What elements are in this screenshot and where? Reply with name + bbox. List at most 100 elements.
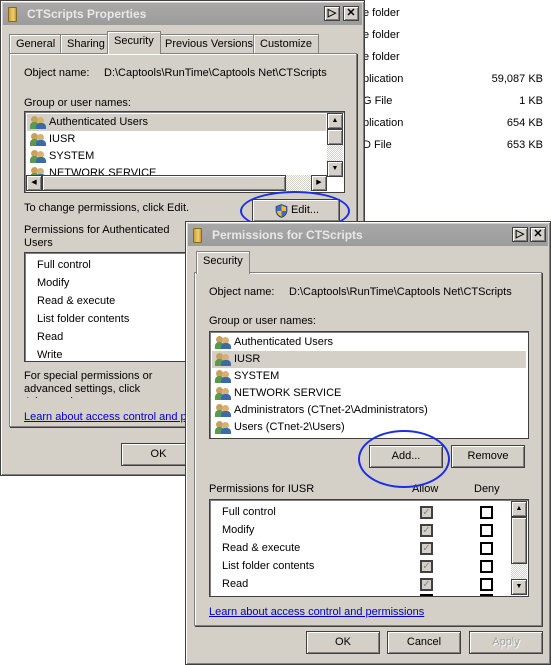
permission-name: Modify: [222, 524, 255, 536]
scroll-thumb[interactable]: [42, 175, 286, 191]
scroll-up-button[interactable]: ▲: [511, 501, 527, 517]
user-group-icon: [215, 336, 231, 349]
permissions-window: Permissions for CTScripts ▷ ✕ Security O…: [185, 221, 551, 665]
list-item[interactable]: Administrators (CTnet-2\Administrators): [212, 402, 526, 419]
scroll-thumb[interactable]: [511, 517, 527, 564]
folder-icon: [193, 228, 202, 243]
user-group-icon: [215, 404, 231, 417]
window-title: Permissions for CTScripts: [212, 228, 363, 242]
learn-access-control-link[interactable]: Learn about access control and permissio…: [24, 411, 194, 423]
permission-name: Read: [222, 578, 249, 590]
deny-checkbox[interactable]: [480, 560, 493, 573]
file-row[interactable]: plication 654 KB: [360, 112, 551, 134]
group-label: Group or user names:: [24, 97, 131, 109]
file-row[interactable]: e folder: [360, 2, 551, 24]
file-row[interactable]: e folder: [360, 46, 551, 68]
group-user-list[interactable]: Authenticated Users IUSR SYSTEM NETWORK …: [209, 331, 529, 439]
tab-security[interactable]: Security: [107, 31, 161, 54]
learn-access-control-link[interactable]: Learn about access control and permissio…: [209, 606, 424, 618]
permission-name: List folder contents: [222, 560, 315, 572]
uac-shield-icon: [275, 204, 288, 218]
file-row[interactable]: G File 1 KB: [360, 90, 551, 112]
user-group-icon: [30, 133, 46, 146]
deny-checkbox[interactable]: [480, 506, 493, 519]
deny-checkbox[interactable]: [480, 578, 493, 591]
allow-checkbox[interactable]: ✓: [420, 524, 433, 537]
context-help-button[interactable]: ▷: [512, 227, 528, 242]
file-row[interactable]: plication 59,087 KB: [360, 68, 551, 90]
list-item[interactable]: IUSR: [27, 131, 342, 148]
tab-sharing[interactable]: Sharing: [60, 34, 112, 54]
context-help-button[interactable]: ▷: [324, 6, 340, 21]
tab-previous-versions[interactable]: Previous Versions: [158, 34, 261, 54]
file-row[interactable]: e folder: [360, 24, 551, 46]
allow-checkbox[interactable]: ✓: [420, 506, 433, 519]
permissions-grid: Full control ✓ Modify ✓ Read & execute ✓…: [209, 499, 529, 597]
allow-checkbox[interactable]: ✓: [420, 542, 433, 555]
list-item[interactable]: Authenticated Users: [212, 334, 526, 351]
scroll-thumb[interactable]: [327, 129, 343, 145]
tab-security[interactable]: Security: [196, 251, 250, 274]
vertical-scrollbar[interactable]: ▲ ▼: [327, 113, 343, 177]
security-panel: Object name: D:\Captools\RunTime\Captool…: [194, 272, 542, 626]
permission-item: Read & execute: [37, 295, 116, 307]
permission-item: List folder contents: [37, 313, 130, 325]
permission-item: Read: [37, 331, 64, 343]
properties-titlebar[interactable]: CTScripts Properties ▷ ✕: [3, 3, 362, 25]
user-group-icon: [215, 353, 231, 366]
add-button[interactable]: Add...: [369, 445, 443, 468]
list-item[interactable]: NETWORK SERVICE: [212, 385, 526, 402]
list-item[interactable]: Authenticated Users: [27, 114, 326, 131]
special-permissions-hint: For special permissions or advanced sett…: [24, 370, 153, 398]
group-user-list[interactable]: Authenticated Users IUSR SYSTEM NETWORK …: [24, 111, 345, 193]
background-file-list: e folder e folder e folder plication 59,0…: [360, 0, 551, 160]
group-label: Group or user names:: [209, 315, 316, 327]
horizontal-scrollbar[interactable]: ◀ ▶: [26, 175, 327, 191]
window-title: CTScripts Properties: [27, 7, 147, 21]
tab-customize[interactable]: Customize: [253, 34, 319, 54]
user-group-icon: [30, 150, 46, 163]
deny-checkbox-partial[interactable]: [480, 594, 493, 596]
permission-name: Full control: [222, 506, 276, 518]
object-name-label: Object name:: [209, 286, 275, 298]
remove-button[interactable]: Remove: [451, 445, 525, 468]
scroll-down-button[interactable]: ▼: [327, 161, 343, 177]
user-group-icon: [215, 370, 231, 383]
permission-item: Full control: [37, 259, 91, 271]
ok-button[interactable]: OK: [306, 631, 380, 654]
folder-icon: [8, 7, 17, 22]
list-item-selected[interactable]: IUSR: [212, 351, 526, 368]
scroll-up-button[interactable]: ▲: [327, 113, 343, 129]
permission-name: Read & execute: [222, 542, 301, 554]
allow-checkbox[interactable]: ✓: [420, 560, 433, 573]
object-name-label: Object name:: [24, 67, 90, 79]
list-item[interactable]: Users (CTnet-2\Users): [212, 419, 526, 436]
list-item[interactable]: SYSTEM: [212, 368, 526, 385]
user-group-icon: [215, 421, 231, 434]
deny-header: Deny: [474, 483, 500, 495]
file-row[interactable]: D File 653 KB: [360, 134, 551, 156]
close-button[interactable]: ✕: [343, 6, 359, 21]
permissions-titlebar[interactable]: Permissions for CTScripts ▷ ✕: [188, 224, 548, 246]
permission-item: Modify: [37, 277, 70, 289]
close-button[interactable]: ✕: [530, 227, 546, 242]
change-permissions-hint: To change permissions, click Edit.: [24, 202, 190, 214]
deny-checkbox[interactable]: [480, 542, 493, 555]
vertical-scrollbar[interactable]: ▲ ▼: [511, 501, 527, 595]
cancel-button[interactable]: Cancel: [387, 631, 461, 654]
permission-item: Write: [37, 349, 63, 361]
scroll-down-button[interactable]: ▼: [511, 579, 527, 595]
allow-checkbox[interactable]: ✓: [420, 578, 433, 591]
scroll-left-button[interactable]: ◀: [26, 175, 42, 191]
permissions-list: Full control Modify Read & execute List …: [24, 252, 204, 362]
tab-general[interactable]: General: [9, 34, 63, 54]
permissions-label: Permissions for IUSR: [209, 483, 315, 495]
user-group-icon: [30, 116, 46, 129]
allow-checkbox-partial[interactable]: [420, 594, 433, 596]
deny-checkbox[interactable]: [480, 524, 493, 537]
scroll-right-button[interactable]: ▶: [311, 175, 327, 191]
list-item[interactable]: SYSTEM: [27, 148, 342, 165]
edit-button[interactable]: Edit...: [252, 199, 340, 222]
apply-button[interactable]: Apply: [469, 631, 543, 654]
permissions-label: Permissions for Authenticated Users: [24, 224, 170, 249]
